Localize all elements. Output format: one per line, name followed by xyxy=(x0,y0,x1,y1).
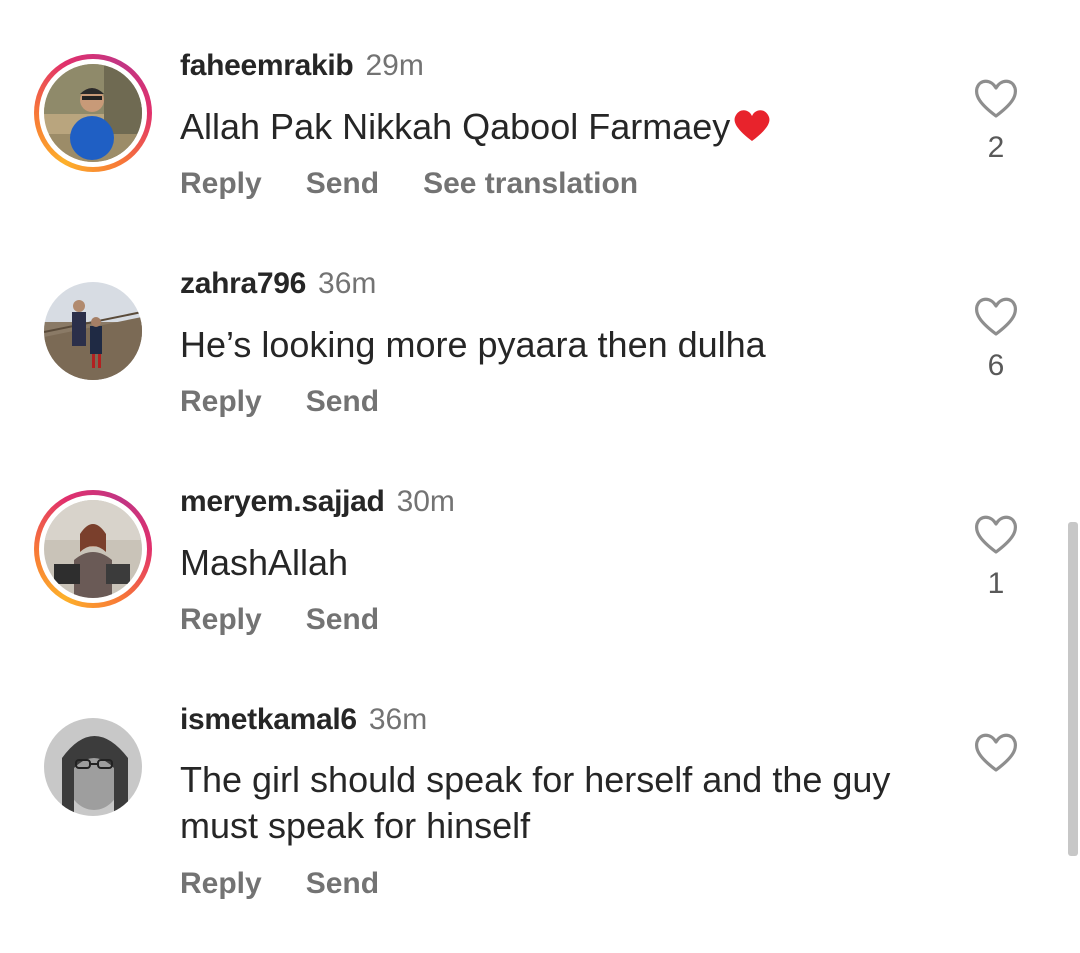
avatar xyxy=(44,64,142,162)
comments-screen: faheemrakib 29m Allah Pak Nikkah Qabool F… xyxy=(0,0,1080,953)
comment-actions: Reply Send xyxy=(180,602,423,638)
like-control xyxy=(968,730,1024,784)
timestamp: 36m xyxy=(368,703,428,736)
avatar-wrap[interactable] xyxy=(34,272,152,390)
comment-actions: Reply Send See translation xyxy=(180,166,682,202)
like-control: 2 xyxy=(968,76,1024,166)
red-heart-emoji-icon xyxy=(734,110,770,141)
timestamp: 36m xyxy=(318,267,377,300)
send-button[interactable]: Send xyxy=(306,603,379,636)
comment-header: zahra796 36m xyxy=(180,266,376,302)
send-button[interactable]: Send xyxy=(306,867,379,900)
avatar-wrap[interactable] xyxy=(34,708,152,826)
see-translation-button[interactable]: See translation xyxy=(423,167,638,200)
comment-header: meryem.sajjad 30m xyxy=(180,484,455,520)
comment-text: He’s looking more pyaara then dulha xyxy=(180,322,940,368)
comment-text: The girl should speak for herself and th… xyxy=(180,757,900,849)
timestamp: 30m xyxy=(396,485,455,518)
send-button[interactable]: Send xyxy=(306,385,379,418)
reply-button[interactable]: Reply xyxy=(180,385,262,418)
like-control: 1 xyxy=(968,512,1024,602)
heart-outline-icon[interactable] xyxy=(972,76,1020,120)
username[interactable]: meryem.sajjad xyxy=(180,485,385,518)
like-count: 1 xyxy=(987,567,1005,600)
avatar-story-ring[interactable] xyxy=(34,490,152,608)
avatar xyxy=(44,718,142,816)
username[interactable]: faheemrakib xyxy=(180,49,354,82)
like-count: 2 xyxy=(987,131,1005,164)
comment-body: He’s looking more pyaara then dulha xyxy=(180,324,766,365)
like-count: 6 xyxy=(987,349,1005,382)
comment-text: Allah Pak Nikkah Qabool Farmaey xyxy=(180,104,940,150)
reply-button[interactable]: Reply xyxy=(180,603,262,636)
reply-button[interactable]: Reply xyxy=(180,167,262,200)
username[interactable]: zahra796 xyxy=(180,267,306,300)
comment-body: The girl should speak for herself and th… xyxy=(180,759,891,846)
avatar xyxy=(44,500,142,598)
scrollbar[interactable] xyxy=(1068,522,1078,856)
heart-outline-icon[interactable] xyxy=(972,730,1020,774)
comment-header: ismetkamal6 36m xyxy=(180,702,427,738)
heart-outline-icon[interactable] xyxy=(972,512,1020,556)
comment-text: MashAllah xyxy=(180,540,940,586)
heart-outline-icon[interactable] xyxy=(972,294,1020,338)
username[interactable]: ismetkamal6 xyxy=(180,703,357,736)
comment-body: MashAllah xyxy=(180,542,349,583)
comment-actions: Reply Send xyxy=(180,384,423,420)
timestamp: 29m xyxy=(365,49,424,82)
send-button[interactable]: Send xyxy=(306,167,379,200)
avatar-story-ring[interactable] xyxy=(34,54,152,172)
comment-body: Allah Pak Nikkah Qabool Farmaey xyxy=(180,106,731,147)
like-control: 6 xyxy=(968,294,1024,384)
comment-actions: Reply Send xyxy=(180,866,423,902)
reply-button[interactable]: Reply xyxy=(180,867,262,900)
avatar xyxy=(44,282,142,380)
comment-header: faheemrakib 29m xyxy=(180,48,424,84)
